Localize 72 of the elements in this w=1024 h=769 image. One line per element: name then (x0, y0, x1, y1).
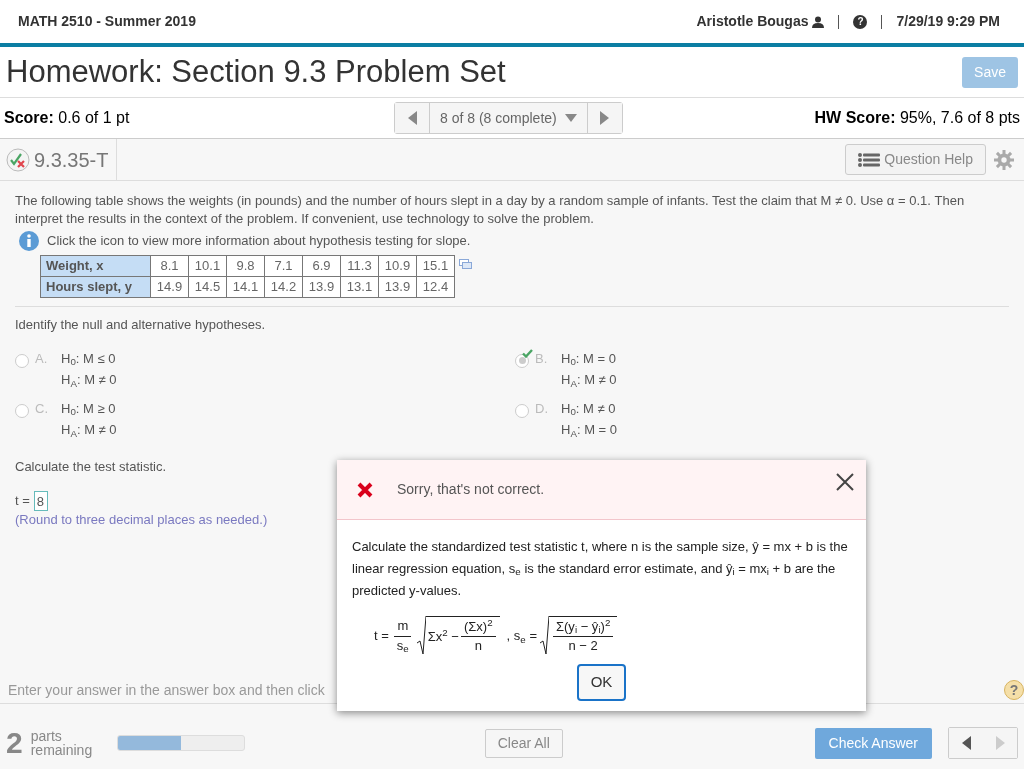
parts-label: parts remaining (30, 729, 94, 757)
table-cell: 9.8 (226, 255, 265, 277)
info-icon[interactable] (19, 231, 39, 252)
ok-button[interactable]: OK (576, 664, 627, 701)
question-prompt: Identify the null and alternative hypotheses. (15, 316, 267, 334)
hint-text: (Round to three decimal places as needed.) (15, 511, 269, 529)
user-name[interactable]: Aristotle Bougas (696, 11, 809, 32)
hypothesis-text: H$_{0}$: M = 0 (561, 349, 617, 368)
table-cell: 8.1 (150, 255, 189, 277)
course-title: MATH 2510 - Summer 2019 (18, 12, 196, 31)
user-icon[interactable] (812, 15, 825, 28)
previous-icon (407, 111, 417, 125)
date-time: 7/29/19 9:29 PM (896, 12, 1000, 31)
caret-icon (564, 114, 577, 122)
hypothesis-text: H$_{A}$: M ≠ 0 (61, 371, 117, 389)
equation-label: t = (15, 492, 30, 510)
next-icon (600, 111, 610, 125)
error-icon (357, 481, 373, 498)
radio-button[interactable] (15, 403, 29, 418)
list-icon (858, 152, 881, 167)
row-header: Hours slept, y (40, 276, 151, 298)
error-message: Sorry, that's not correct. (397, 480, 545, 499)
partial-credit-icon (6, 147, 30, 172)
info-text: Click the icon to view more information about hypothesis testing for slope. (47, 232, 471, 250)
next-icon (995, 736, 1005, 750)
instruction-text: Enter your answer in the answer box and then click (8, 681, 325, 700)
radio-button[interactable] (515, 403, 529, 418)
answer-field[interactable]: 8 (33, 491, 48, 512)
denominator: n (473, 637, 483, 655)
help-icon[interactable]: ? (853, 14, 868, 29)
close-icon[interactable] (836, 472, 854, 491)
page-title: Homework: Section 9.3 Problem Set (6, 52, 506, 91)
score-text: Score: 0.6 of 1 pt (4, 108, 131, 128)
denominator: s$_{e}$ (395, 636, 410, 655)
hypothesis-text: H$_{0}$: M ≥ 0 (61, 399, 117, 418)
option-letter: D. (535, 399, 549, 418)
table-cell: 10.9 (378, 255, 417, 277)
hypothesis-text: H$_{0}$: M ≠ 0 (561, 399, 617, 418)
option-letter: A. (35, 349, 49, 368)
help-icon[interactable]: ? (1004, 680, 1024, 700)
formula-text: t = (374, 627, 389, 646)
explanation-text: Calculate the standardized test statistic t, where n is the sample size, ŷ = mx + b is the linear regression equation, s$_{e}$ is the standard error estimate, and ŷ$_{i}$ = mx$_{i}$ + b are the predicted y-values. (352, 538, 849, 600)
table-cell: 15.1 (416, 255, 455, 277)
problem-text: The following table shows the weights (in pounds) and the number of hours slept in a day by a random sample of infants. Test the claim that M ≠ 0. Use α = 0.1. Then interpret the results in the context of the problem. If convenient, use technology to solve the problem. (15, 192, 966, 228)
table-cell: 11.3 (340, 255, 379, 277)
formula-text: , s$_{e}$ = (506, 627, 537, 646)
formula-text: Σx$^{2}$ − (427, 626, 459, 646)
hypothesis-text: H$_{A}$: M ≠ 0 (61, 421, 117, 439)
clear-all-button[interactable]: Clear All (484, 728, 563, 758)
numerator: Σ(y$_{i}$ − ŷ$_{i}$)$^{2}$ (553, 617, 614, 637)
table-cell: 10.1 (188, 255, 227, 277)
question-prompt: Calculate the test statistic. (15, 457, 167, 476)
table-cell: 7.1 (264, 255, 303, 277)
radio-button[interactable] (15, 353, 29, 368)
hw-score-text: HW Score: 95%, 7.6 of 8 pts (814, 108, 1020, 128)
numerator: (Σx)$^{2}$ (460, 617, 496, 637)
parts-count: 2 (6, 728, 23, 758)
copy-table-icon[interactable] (459, 259, 472, 270)
question-selector[interactable]: 8 of 8 (8 complete) (429, 103, 588, 133)
row-header: Weight, x (40, 255, 151, 277)
settings-icon[interactable] (994, 149, 1014, 170)
hypothesis-text: H$_{A}$: M ≠ 0 (561, 371, 617, 389)
previous-icon (961, 736, 971, 750)
numerator: m (394, 617, 412, 637)
hypothesis-text: H$_{A}$: M = 0 (561, 421, 617, 439)
question-help-button[interactable]: Question Help (845, 144, 986, 175)
option-letter: B. (535, 349, 549, 368)
hypothesis-text: H$_{0}$: M ≤ 0 (61, 349, 117, 368)
denominator: n − 2 (567, 637, 599, 655)
question-number: 9.3.35-T (34, 147, 109, 173)
table-cell: 6.9 (302, 255, 341, 277)
option-letter: C. (35, 399, 49, 418)
